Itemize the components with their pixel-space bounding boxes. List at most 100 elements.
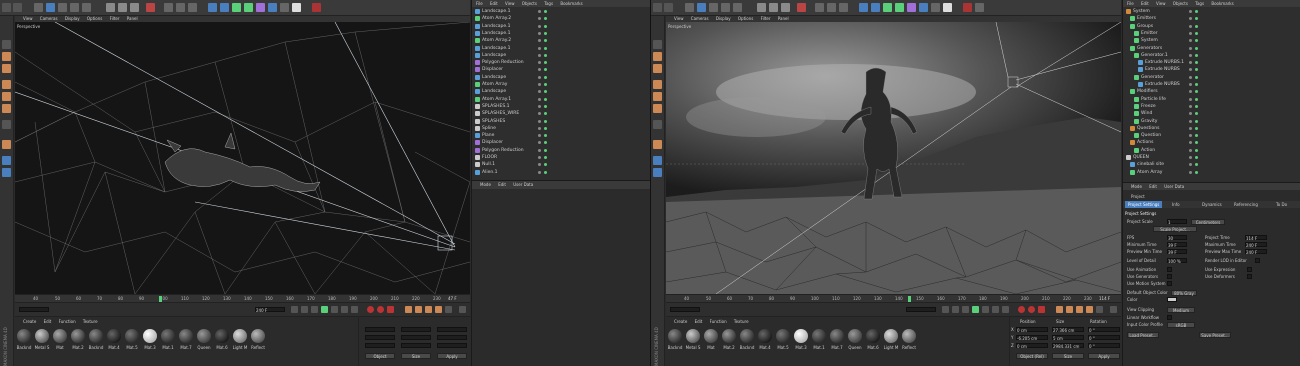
pen-icon[interactable]: [871, 3, 880, 12]
prev-frame-icon[interactable]: [311, 306, 318, 313]
visibility-dot[interactable]: [538, 126, 541, 130]
scale-icon[interactable]: [709, 3, 718, 12]
object-row[interactable]: Atom Array.2: [475, 15, 511, 22]
enable-check-icon[interactable]: [1195, 83, 1198, 86]
viewport-menu-filter[interactable]: Filter: [110, 16, 120, 21]
coord-size-dropdown[interactable]: Size: [1052, 353, 1084, 359]
visibility-dot[interactable]: [538, 141, 541, 145]
size-z-field[interactable]: 2984.331 cm: [1052, 343, 1084, 349]
left-timeline[interactable]: 40 50 60 70 80 90 100 110 120 130 140 15…: [15, 294, 470, 302]
render-icon[interactable]: [963, 3, 972, 12]
undo-icon[interactable]: [653, 3, 662, 12]
enable-check-icon[interactable]: [544, 119, 547, 123]
undo-icon[interactable]: [2, 3, 11, 12]
object-name[interactable]: Question: [1141, 133, 1161, 138]
enable-check-icon[interactable]: [544, 97, 547, 101]
enable-check-icon[interactable]: [1195, 17, 1198, 21]
enable-check-icon[interactable]: [544, 17, 547, 21]
z-axis-icon[interactable]: [781, 3, 790, 12]
object-row[interactable]: Landscape: [475, 88, 506, 95]
material-swatch[interactable]: [848, 329, 862, 343]
pen-icon[interactable]: [220, 3, 229, 12]
object-row[interactable]: Wind: [1134, 110, 1152, 117]
object-name[interactable]: Generator: [1141, 75, 1164, 80]
key-rot-icon[interactable]: [1076, 306, 1083, 313]
material-swatch[interactable]: [251, 329, 265, 343]
visibility-dot[interactable]: [538, 10, 541, 13]
enable-check-icon[interactable]: [544, 61, 547, 65]
redo-icon[interactable]: [664, 3, 673, 12]
object-name[interactable]: Generators: [1137, 46, 1162, 51]
color-swatch[interactable]: [1167, 297, 1177, 302]
camera-icon[interactable]: [280, 3, 289, 12]
visibility-dot[interactable]: [538, 68, 541, 72]
go-end-icon[interactable]: [351, 306, 358, 313]
material-swatch[interactable]: [179, 329, 193, 343]
view-clipping-dropdown[interactable]: Medium: [1167, 307, 1195, 313]
make-editable-icon[interactable]: [2, 40, 11, 49]
start-frame-field[interactable]: [670, 307, 700, 312]
project-time-field[interactable]: 114 F: [1245, 235, 1267, 241]
om-menu-view[interactable]: View: [505, 1, 515, 6]
viewport-menu-cameras[interactable]: Cameras: [40, 16, 58, 21]
enable-check-icon[interactable]: [544, 148, 547, 152]
material-menu-texture[interactable]: Texture: [734, 319, 749, 324]
material-swatch[interactable]: [89, 329, 103, 343]
array-icon[interactable]: [244, 3, 253, 12]
visibility-dot[interactable]: [1189, 17, 1192, 21]
enable-check-icon[interactable]: [544, 163, 547, 167]
save-preset-button[interactable]: Save Preset...: [1199, 332, 1231, 338]
object-row[interactable]: SPLASHES_WIRE: [475, 110, 519, 117]
material-swatch[interactable]: [668, 329, 682, 343]
enable-check-icon[interactable]: [1195, 170, 1198, 174]
light-icon[interactable]: [292, 3, 301, 12]
viewport-menu-display[interactable]: Display: [716, 16, 731, 21]
material-menu-create[interactable]: Create: [23, 319, 36, 324]
material-menu-function[interactable]: Function: [59, 319, 76, 324]
object-name[interactable]: Action: [1141, 148, 1155, 153]
make-editable-icon[interactable]: [653, 40, 662, 49]
visibility-dot[interactable]: [1189, 134, 1192, 138]
visibility-dot[interactable]: [1189, 90, 1192, 94]
key-pos-icon[interactable]: [1056, 306, 1063, 313]
autokey-icon[interactable]: [377, 306, 384, 313]
record-icon[interactable]: [1018, 306, 1025, 313]
points-mode-icon[interactable]: [2, 80, 11, 89]
object-name[interactable]: Plane: [482, 133, 494, 138]
fps-field[interactable]: 30: [1167, 235, 1187, 241]
object-name[interactable]: Polygon Reduction: [482, 60, 524, 65]
material-menu-function[interactable]: Function: [710, 319, 727, 324]
object-name[interactable]: Landscape.1: [482, 9, 510, 14]
object-row[interactable]: Landscape: [475, 74, 506, 81]
enable-check-icon[interactable]: [544, 112, 547, 116]
object-name[interactable]: Landscape.1: [482, 31, 510, 36]
nurbs-icon[interactable]: [883, 3, 892, 12]
object-name[interactable]: Emitter: [1141, 31, 1158, 36]
object-name[interactable]: SPLASHES_WIRE: [482, 111, 519, 116]
coord-field[interactable]: [437, 335, 467, 340]
object-row[interactable]: QUEEN: [1126, 154, 1149, 161]
record-icon[interactable]: [367, 306, 374, 313]
workplane-icon[interactable]: [653, 156, 662, 165]
viewport-menu-panel[interactable]: Panel: [778, 16, 789, 21]
recent-tool-icon[interactable]: [733, 3, 742, 12]
object-row[interactable]: Displacer: [475, 66, 503, 73]
om-menu-bookmarks[interactable]: Bookmarks: [1211, 1, 1233, 6]
object-row[interactable]: Landscape.1: [475, 23, 510, 30]
visibility-dot[interactable]: [1189, 31, 1192, 35]
snap-icon[interactable]: [2, 140, 11, 149]
am-menu-edit[interactable]: Edit: [498, 182, 506, 187]
coord-field[interactable]: [401, 343, 431, 348]
object-name[interactable]: Questions: [1137, 126, 1159, 131]
visibility-dot[interactable]: [1189, 53, 1192, 57]
am-menu-mode[interactable]: Mode: [1131, 184, 1142, 189]
scale-project-button[interactable]: Scale Project...: [1153, 226, 1197, 232]
enable-check-icon[interactable]: [1195, 61, 1198, 65]
enable-check-icon[interactable]: [1195, 10, 1198, 13]
material-swatch[interactable]: [704, 329, 718, 343]
default-color-dropdown[interactable]: 80% Gray: [1171, 290, 1197, 296]
render-lod-checkbox[interactable]: [1255, 258, 1260, 263]
object-name[interactable]: System: [1133, 9, 1150, 14]
scale-icon[interactable]: [58, 3, 67, 12]
z-axis-icon[interactable]: [130, 3, 139, 12]
